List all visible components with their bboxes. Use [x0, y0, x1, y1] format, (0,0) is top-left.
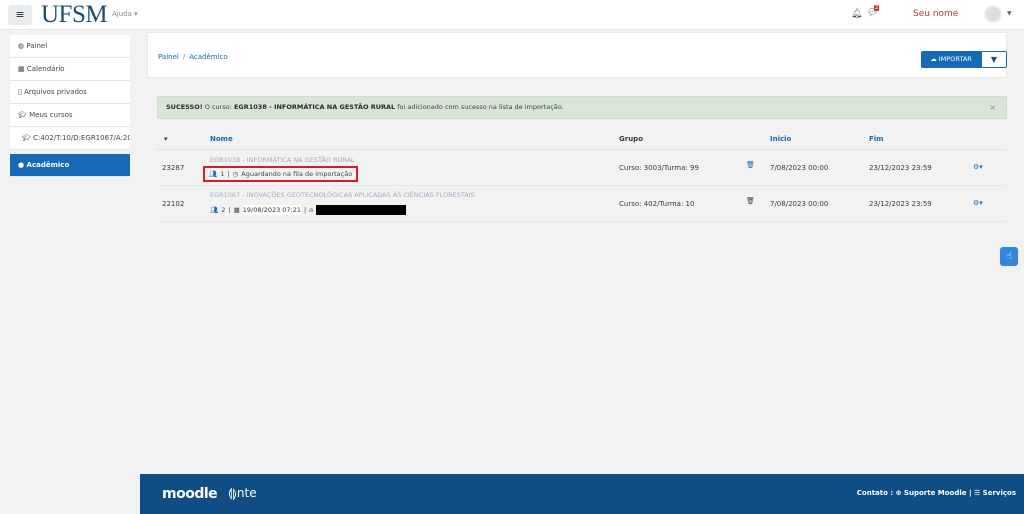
- footer-separator: |: [968, 489, 972, 497]
- gear-icon[interactable]: ⚙▾: [973, 199, 983, 207]
- page-header-card: Painel / Acadêmico ☁ IMPORTAR ▼: [147, 32, 1007, 78]
- course-date: 19/08/2023 07:21: [242, 205, 302, 215]
- course-link[interactable]: EGR1067 - INOVAÇÕES GEOTECNOLÓGICAS APLI…: [210, 191, 475, 200]
- breadcrumb: Painel / Acadêmico: [158, 53, 228, 61]
- avatar[interactable]: [984, 5, 1002, 23]
- row-id: 22102: [162, 200, 185, 208]
- nte-label: nte: [236, 486, 257, 500]
- sidebar-item-painel[interactable]: ◍ Painel: [10, 35, 130, 58]
- brand-logo[interactable]: UFSM: [41, 1, 108, 29]
- nte-icon: ⟬⟭: [228, 486, 237, 500]
- breadcrumb-academico[interactable]: Acadêmico: [189, 53, 227, 61]
- users-icon: 👥︎: [209, 170, 218, 178]
- success-alert: SUCESSO! O curso: EGR1038 - INFORMÁTICA …: [157, 96, 1007, 119]
- header-fim[interactable]: Fim: [869, 135, 883, 143]
- nte-logo[interactable]: ⟬⟭nte: [228, 486, 257, 501]
- row-inicio: 7/08/2023 00:00: [770, 200, 829, 208]
- alert-text: foi adicionado com sucesso na lista de i…: [395, 103, 564, 111]
- users-icon: 👥︎: [210, 206, 219, 214]
- support-link[interactable]: Suporte Moodle: [904, 489, 967, 497]
- calendar-icon: ▦: [233, 206, 240, 214]
- header-nome[interactable]: Nome: [210, 135, 233, 143]
- breadcrumb-painel[interactable]: Painel: [158, 53, 179, 61]
- trash-icon[interactable]: 🗑︎: [746, 161, 755, 169]
- cloud-upload-icon: ☁: [930, 55, 939, 63]
- filter-button[interactable]: ▼: [981, 51, 1007, 68]
- alert-text: O curso:: [202, 103, 234, 111]
- close-icon[interactable]: ×: [989, 97, 996, 118]
- help-menu[interactable]: Ajuda ▾: [112, 10, 138, 18]
- row-grupo: Curso: 3003/Turma: 99: [619, 164, 699, 172]
- alert-prefix: SUCESSO!: [166, 103, 203, 111]
- comment-icon: ●: [18, 161, 27, 169]
- sidebar: ◍ Painel ▦ Calendário ▯ Arquivos privado…: [10, 35, 130, 177]
- header-grupo: Grupo: [619, 135, 644, 143]
- clock-icon: ◷: [232, 170, 239, 178]
- row-fim: 23/12/2023 23:59: [869, 164, 932, 172]
- course-meta: 👥︎ 2 | ▦ 19/08/2023 07:21 | ⍝: [210, 205, 407, 215]
- separator: |: [227, 170, 230, 178]
- sidebar-item-calendario[interactable]: ▦ Calendário: [10, 58, 130, 81]
- moodle-logo[interactable]: moodle: [162, 486, 218, 502]
- courses-table: ▾ Nome Grupo Inicio Fim 23287 EGR1038 - …: [157, 128, 1007, 222]
- sidebar-item-label: Meus cursos: [29, 111, 73, 119]
- row-fim: 23/12/2023 23:59: [869, 200, 932, 208]
- import-button[interactable]: ☁ IMPORTAR: [921, 51, 981, 68]
- services-link[interactable]: Serviços: [983, 489, 1016, 497]
- footer-contact: Contato : ⊕ Suporte Moodle | ☰ Serviços: [857, 489, 1016, 497]
- contact-label: Contato :: [856, 489, 894, 497]
- gear-icon[interactable]: ⚙▾: [973, 163, 983, 171]
- chevron-down-icon[interactable]: ▼: [1007, 10, 1012, 17]
- sidebar-item-arquivos[interactable]: ▯ Arquivos privados: [10, 81, 130, 104]
- top-navbar: ≡ UFSM Ajuda ▾ 🔔︎ 💬︎ 2 Seu nome ▼: [0, 0, 1024, 30]
- sort-icon[interactable]: ▾: [164, 135, 168, 143]
- row-grupo: Curso: 402/Turma: 10: [619, 200, 695, 208]
- accessibility-button[interactable]: ☝: [1000, 247, 1018, 266]
- graduation-cap-icon: 🎓︎: [18, 111, 30, 119]
- sidebar-item-meus-cursos[interactable]: 🎓︎ Meus cursos: [10, 104, 130, 127]
- row-id: 23287: [162, 164, 185, 172]
- trash-icon[interactable]: 🗑︎: [746, 197, 755, 205]
- sidebar-item-label: Acadêmico: [26, 161, 70, 169]
- sidebar-item-label: Painel: [26, 42, 48, 50]
- user-count: 1: [220, 170, 225, 178]
- list-icon: ☰: [973, 489, 981, 497]
- table-row: 23287 EGR1038 - INFORMÁTICA NA GESTÃO RU…: [157, 150, 1007, 186]
- sidebar-item-label: C:402/T:10/D:EGR1067/A:2023: [33, 134, 130, 142]
- footer: moodle ⟬⟭nte Contato : ⊕ Suporte Moodle …: [140, 474, 1024, 514]
- user-icon: ⍝: [309, 206, 314, 214]
- graduation-cap-icon: 🎓︎: [22, 134, 34, 142]
- separator: |: [304, 206, 307, 214]
- user-count: 2: [221, 206, 226, 214]
- table-row: 22102 EGR1067 - INOVAÇÕES GEOTECNOLÓGICA…: [157, 186, 1007, 222]
- hand-icon: ☝: [1005, 251, 1013, 262]
- filter-icon: ▼: [990, 55, 998, 64]
- header-inicio[interactable]: Inicio: [770, 135, 791, 143]
- sidebar-item-academico[interactable]: ● Acadêmico: [10, 154, 130, 177]
- hamburger-icon[interactable]: ≡: [8, 5, 32, 25]
- table-header: ▾ Nome Grupo Inicio Fim: [157, 128, 1007, 150]
- course-link[interactable]: EGR1038 - INFORMÁTICA NA GESTÃO RURAL: [210, 156, 355, 165]
- import-status: 👥︎ 1 | ◷ Aguardando na fila de importação: [203, 166, 359, 182]
- row-inicio: 7/08/2023 00:00: [770, 164, 829, 172]
- redacted-name: [316, 205, 407, 215]
- status-text: Aguardando na fila de importação: [241, 170, 353, 178]
- sidebar-item-course[interactable]: 🎓︎ C:402/T:10/D:EGR1067/A:2023: [10, 127, 130, 150]
- import-label: IMPORTAR: [938, 55, 972, 63]
- sidebar-item-label: Calendário: [26, 65, 65, 73]
- calendar-icon: ▦: [18, 65, 27, 73]
- alert-course: EGR1038 - INFORMÁTICA NA GESTÃO RURAL: [233, 103, 396, 111]
- bell-icon[interactable]: 🔔︎: [851, 9, 862, 19]
- separator: |: [228, 206, 231, 214]
- sidebar-item-label: Arquivos privados: [24, 88, 87, 96]
- lifebuoy-icon: ⊕: [895, 489, 902, 497]
- user-name[interactable]: Seu nome: [913, 9, 958, 19]
- messages-badge: 2: [874, 5, 880, 11]
- breadcrumb-separator: /: [182, 53, 186, 61]
